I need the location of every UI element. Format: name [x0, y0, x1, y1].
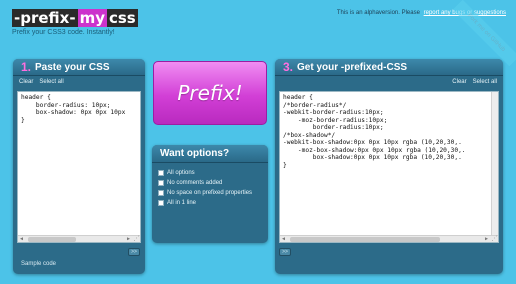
option-all[interactable]: All options	[158, 168, 262, 178]
option-label: No comments added	[167, 180, 223, 186]
expand-input-button[interactable]: >>	[128, 248, 140, 256]
scroll-thumb[interactable]	[290, 237, 440, 242]
input-code: header { border-radius: 10px; box-shadow…	[21, 94, 126, 124]
logo-part-prefix: -prefix-	[12, 9, 78, 27]
logo-part-my: my	[77, 9, 107, 27]
scroll-thumb[interactable]	[28, 237, 76, 242]
input-panel-header: 1. Paste your CSS	[13, 59, 145, 76]
clear-button[interactable]: Clear	[19, 79, 33, 85]
options-panel: Want options? All options No comments ad…	[152, 145, 268, 243]
scroll-right-icon[interactable]: ▶	[483, 236, 490, 242]
horizontal-scrollbar[interactable]: ◀ ▶	[18, 235, 140, 242]
step-number: 1.	[21, 60, 32, 74]
input-panel-title: Paste your CSS	[35, 61, 110, 73]
resize-grip-icon[interactable]: ⋰	[491, 235, 498, 242]
expand-output-button[interactable]: >>	[279, 248, 291, 256]
option-no-comments[interactable]: No comments added	[158, 178, 262, 188]
select-all-button[interactable]: Select all	[473, 79, 497, 85]
output-code: header { /*border-radius*/ -webkit-borde…	[283, 94, 466, 169]
vertical-scrollbar[interactable]	[491, 92, 498, 235]
output-toolbar: Clear Select all	[275, 76, 503, 88]
input-panel: 1. Paste your CSS Clear Select all heade…	[13, 59, 145, 274]
css-output-textarea[interactable]: header { /*border-radius*/ -webkit-borde…	[279, 91, 499, 243]
checkbox-icon[interactable]	[158, 200, 164, 206]
input-toolbar: Clear Select all	[13, 76, 145, 88]
checkbox-icon[interactable]	[158, 170, 164, 176]
logo-part-css: css	[106, 9, 138, 27]
css-input-textarea[interactable]: header { border-radius: 10px; box-shadow…	[17, 91, 141, 243]
scroll-left-icon[interactable]: ◀	[280, 236, 287, 242]
output-panel: 3. Get your -prefixed-CSS Clear Select a…	[275, 59, 503, 274]
clear-button[interactable]: Clear	[452, 79, 466, 85]
output-panel-header: 3. Get your -prefixed-CSS	[275, 59, 503, 76]
checkbox-icon[interactable]	[158, 180, 164, 186]
horizontal-scrollbar[interactable]: ◀ ▶	[280, 235, 498, 242]
option-label: All in 1 line	[167, 200, 197, 206]
options-panel-header: Want options?	[152, 145, 268, 163]
step-number: 3.	[283, 60, 294, 74]
select-all-button[interactable]: Select all	[39, 79, 63, 85]
output-panel-title: Get your -prefixed-CSS	[297, 61, 408, 73]
scroll-right-icon[interactable]: ▶	[125, 236, 132, 242]
option-one-line[interactable]: All in 1 line	[158, 198, 262, 208]
option-no-space[interactable]: No space on prefixed properties	[158, 188, 262, 198]
alpha-text: This is an alphaversion. Please	[336, 10, 420, 16]
alpha-notice: This is an alphaversion. Please report a…	[337, 10, 506, 16]
resize-grip-icon[interactable]: ⋰	[133, 235, 140, 242]
tagline: Prefix your CSS3 code. Instantly!	[12, 29, 115, 36]
scroll-left-icon[interactable]: ◀	[18, 236, 25, 242]
options-panel-title: Want options?	[160, 148, 230, 159]
options-list: All options No comments added No space o…	[152, 163, 268, 213]
prefix-button[interactable]: Prefix!	[153, 61, 267, 125]
sample-code-link[interactable]: Sample code	[21, 261, 56, 267]
option-label: All options	[167, 170, 195, 176]
logo[interactable]: -prefix- my css	[12, 9, 138, 27]
option-label: No space on prefixed properties	[167, 190, 253, 196]
checkbox-icon[interactable]	[158, 190, 164, 196]
